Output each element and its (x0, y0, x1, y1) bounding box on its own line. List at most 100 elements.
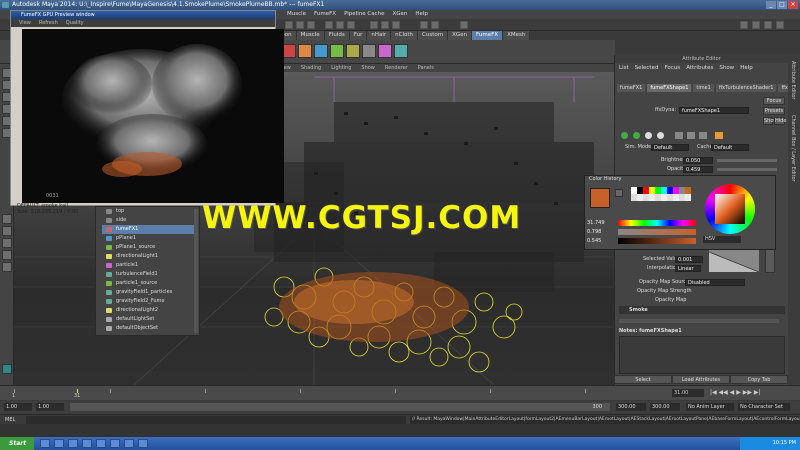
fumefx-preview-icon[interactable] (378, 44, 392, 58)
menu-pipeline-cache[interactable]: Pipeline Cache (340, 10, 388, 19)
shelf-tab-muscle[interactable]: Muscle (296, 31, 325, 40)
close-button[interactable]: × (788, 1, 798, 9)
outliner-panel[interactable]: top side fumeFX1 pPlane1 pPlane1_source … (95, 206, 200, 336)
load-attributes-button[interactable]: Load Attributes (672, 375, 730, 384)
fumefx-gravity-icon[interactable] (346, 44, 360, 58)
vp-menu-show[interactable]: Show (361, 64, 375, 72)
shelf-tab-fluids[interactable]: Fluids (324, 31, 350, 40)
notes-textarea[interactable] (619, 336, 785, 374)
outliner-item[interactable]: directionalLight1 (102, 252, 198, 261)
color-wheel[interactable] (705, 184, 755, 234)
vp-menu-lighting[interactable]: Lighting (331, 64, 351, 72)
presets-button[interactable]: Presets (763, 107, 785, 115)
layout-outliner-icon[interactable] (2, 250, 12, 260)
smoke-section-header[interactable]: Smoke (619, 306, 785, 314)
preview-menu-refresh[interactable]: Refresh (39, 19, 58, 27)
brightness-slider[interactable] (717, 159, 777, 162)
fumefx-render-icon[interactable] (394, 44, 408, 58)
mel-label[interactable]: MEL (5, 416, 15, 424)
attr-tab-turbulence-shader[interactable]: ffxTurbulenceShader1 (715, 84, 777, 92)
status-icon[interactable] (740, 21, 748, 29)
outliner-item[interactable]: defaultLightSet (102, 315, 198, 324)
status-icon[interactable] (420, 21, 428, 29)
saturation-value[interactable]: 0.798 (587, 228, 605, 237)
selected-value-field[interactable]: 0.001 (675, 256, 703, 263)
sim-mode-dropdown[interactable]: Default (651, 144, 689, 151)
anim-layer-dropdown[interactable]: No Anim Layer (686, 403, 734, 411)
status-icon[interactable] (285, 21, 293, 29)
taskbar-app-icon[interactable] (40, 439, 50, 448)
attr-menu-attributes[interactable]: Attributes (686, 63, 713, 73)
fumefx-particle-icon[interactable] (314, 44, 328, 58)
status-icon[interactable] (431, 21, 439, 29)
shelf-tab-ncloth[interactable]: nCloth (391, 31, 419, 40)
show-button[interactable]: Show (763, 117, 778, 125)
node-name-field[interactable]: fumeFXShape1 (679, 107, 749, 114)
layout-single-icon[interactable] (2, 214, 12, 224)
outliner-item[interactable]: fumeFX1 (102, 225, 198, 234)
preview-menu-quality[interactable]: Quality (66, 19, 84, 27)
start-button[interactable]: Start (0, 437, 34, 450)
side-tab-attribute-editor[interactable]: Attribute Editor (790, 61, 796, 99)
character-set-dropdown[interactable]: No Character Set (738, 403, 790, 411)
status-icon[interactable] (307, 21, 315, 29)
current-frame-field[interactable]: 31.00 (672, 389, 704, 397)
taskbar-app-icon[interactable] (138, 439, 148, 448)
cache-dropdown[interactable]: Default (711, 144, 749, 151)
stop-icon[interactable] (645, 132, 652, 139)
menu-fumefx[interactable]: FumeFX (310, 10, 340, 19)
menu-xgen[interactable]: XGen (388, 10, 411, 19)
status-icon[interactable] (752, 21, 760, 29)
status-icon[interactable] (764, 21, 772, 29)
outliner-item[interactable]: directionalLight2 (102, 306, 198, 315)
outliner-scrollbar[interactable] (194, 209, 198, 333)
layout-split-icon[interactable] (2, 238, 12, 248)
outliner-item[interactable]: gravityField2_Fume (102, 297, 198, 306)
attr-tab-time1[interactable]: time1 (693, 84, 714, 92)
hue-slider[interactable] (618, 220, 696, 226)
range-start-field[interactable]: 1.00 (4, 403, 32, 411)
attr-tab-fumefxshape1[interactable]: fumeFXShape1 (647, 84, 692, 92)
range-end2-field[interactable]: 300.00 (650, 403, 680, 411)
opacity-slider[interactable] (717, 168, 777, 171)
folder-icon[interactable] (687, 132, 695, 139)
menu-muscle[interactable]: Muscle (283, 10, 310, 19)
range-end-field[interactable]: 300.00 (616, 403, 646, 411)
fumefx-object-icon[interactable] (330, 44, 344, 58)
range-bar[interactable]: 300 (70, 403, 610, 411)
lightning-icon[interactable] (715, 132, 723, 139)
fumefx-grid-icon[interactable] (282, 44, 296, 58)
vp-menu-renderer[interactable]: Renderer (385, 64, 408, 72)
command-input[interactable] (26, 416, 406, 424)
color-history-popup[interactable]: Color History 31.749 0.798 0.545 HSV (584, 175, 776, 250)
color-history-swatches[interactable] (631, 187, 695, 201)
outliner-item[interactable]: defaultObjectSet (102, 324, 198, 333)
shelf-tab-custom[interactable]: Custom (418, 31, 449, 40)
play-icon[interactable] (621, 132, 628, 139)
history-swatch[interactable] (685, 194, 691, 201)
taskbar-app-icon[interactable] (68, 439, 78, 448)
focus-button[interactable]: Focus (763, 97, 785, 105)
outliner-item[interactable]: particle1 (102, 261, 198, 270)
opacity-field[interactable]: 0.459 (683, 166, 713, 173)
status-icon[interactable] (776, 21, 784, 29)
outliner-item[interactable]: side (102, 216, 198, 225)
color-square[interactable] (715, 194, 745, 224)
hue-value[interactable]: 31.749 (587, 219, 605, 228)
taskbar-app-icon[interactable] (124, 439, 134, 448)
range-start2-field[interactable]: 1.00 (36, 403, 64, 411)
outliner-item[interactable]: pPlane1 (102, 234, 198, 243)
outliner-item[interactable]: gravityField1_particles (102, 288, 198, 297)
hide-button[interactable]: Hide (774, 117, 786, 125)
shelf-tab-fur[interactable]: Fur (349, 31, 368, 40)
attr-scrollbar[interactable] (619, 319, 779, 323)
shelf-tab-fumefx[interactable]: FumeFX (472, 31, 504, 40)
taskbar-app-icon[interactable] (96, 439, 106, 448)
attr-menu-list[interactable]: List (619, 63, 629, 73)
value-value[interactable]: 0.545 (587, 237, 605, 246)
taskbar-app-icon[interactable] (82, 439, 92, 448)
maximize-button[interactable]: □ (777, 1, 787, 9)
opacity-map-source-dropdown[interactable]: Disabled (685, 279, 745, 286)
side-tab-channel-box[interactable]: Channel Box / Layer Editor (790, 115, 796, 182)
status-icon[interactable] (460, 21, 468, 29)
